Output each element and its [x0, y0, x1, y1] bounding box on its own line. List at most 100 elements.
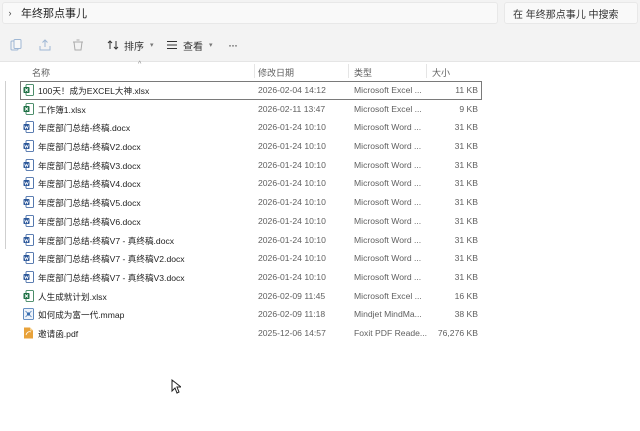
sort-label: 排序 — [124, 41, 144, 53]
file-name: 年度部门总结-终稿V7 - 真终稿V2.docx — [38, 254, 185, 265]
more-icon: ··· — [228, 38, 238, 52]
sort-button[interactable]: 排序 ▾ — [106, 37, 154, 53]
file-row[interactable]: 100天！成为EXCEL大神.xlsx 2026-02-04 14:12 Micro… — [20, 81, 482, 100]
column-divider[interactable] — [254, 64, 255, 78]
chevron-down-icon: ▾ — [150, 42, 154, 49]
file-row[interactable]: 工作簿1.xlsx 2026-02-11 13:47 Microsoft Excel… — [20, 100, 482, 119]
file-name: 工作簿1.xlsx — [38, 104, 86, 115]
copy-icon — [10, 39, 22, 51]
file-size: 76,276 KB — [437, 327, 478, 338]
file-size: 31 KB — [454, 253, 478, 264]
file-name: 年度部门总结-终稿V4.docx — [38, 179, 141, 190]
file-type: Microsoft Word ... — [354, 159, 422, 170]
command-bar: 排序 ▾ 查看 ▾ ··· — [0, 28, 640, 62]
file-type: Microsoft Word ... — [354, 197, 422, 208]
word-file-icon — [23, 158, 34, 171]
delete-icon — [73, 39, 83, 51]
file-row[interactable]: 年度部门总结-终稿V3.docx 2026-01-24 10:10 Microsof… — [20, 156, 482, 175]
file-size: 31 KB — [454, 178, 478, 189]
file-date: 2026-01-24 10:10 — [258, 159, 326, 170]
file-name: 年度部门总结-终稿V3.docx — [38, 160, 141, 171]
file-row[interactable]: 邀请函.pdf 2025-12-06 14:57 Foxit PDF Reade..… — [20, 324, 482, 343]
file-type: Microsoft Excel ... — [354, 85, 422, 95]
file-size: 38 KB — [454, 309, 478, 320]
file-date: 2026-02-11 13:47 — [258, 103, 326, 114]
view-button[interactable]: 查看 ▾ — [165, 37, 213, 53]
excel-file-icon — [23, 102, 34, 115]
file-type: Microsoft Word ... — [354, 253, 422, 264]
column-type[interactable]: 类型 — [354, 66, 372, 79]
file-date: 2026-02-09 11:45 — [258, 290, 326, 301]
file-date: 2026-01-24 10:10 — [258, 253, 326, 264]
sort-icon — [107, 40, 119, 50]
file-date: 2026-01-24 10:10 — [258, 215, 326, 226]
word-file-icon — [23, 214, 34, 227]
file-name: 年度部门总结-终稿.docx — [38, 123, 131, 134]
column-divider[interactable] — [426, 64, 427, 78]
column-name[interactable]: 名称 — [32, 66, 50, 79]
file-type: Microsoft Word ... — [354, 178, 422, 189]
file-type: Mindjet MindMa... — [354, 309, 422, 320]
file-row[interactable]: 年度部门总结-终稿V6.docx 2026-01-24 10:10 Microsof… — [20, 212, 482, 231]
file-row[interactable]: 年度部门总结-终稿V7 - 真终稿V2.docx 2026-01-24 10:10… — [20, 249, 482, 268]
file-size: 31 KB — [454, 122, 478, 133]
file-name: 100天！成为EXCEL大神.xlsx — [38, 86, 150, 96]
file-row[interactable]: 人生成就计划.xlsx 2026-02-09 11:45 Microsoft Exc… — [20, 287, 482, 306]
file-name: 年度部门总结-终稿V5.docx — [38, 198, 141, 209]
file-size: 9 KB — [459, 103, 478, 114]
search-input[interactable]: 在 年终那点事儿 中搜索 — [504, 2, 638, 24]
selection-rail — [5, 81, 6, 249]
column-size[interactable]: 大小 — [432, 66, 450, 79]
file-size: 31 KB — [454, 234, 478, 245]
file-size: 31 KB — [454, 271, 478, 282]
file-size: 31 KB — [454, 141, 478, 152]
file-name: 年度部门总结-终稿V7 - 真终稿V3.docx — [38, 272, 185, 283]
file-row[interactable]: 如何成为富一代.mmap 2026-02-09 11:18 Mindjet Mind… — [20, 305, 482, 324]
chevron-down-icon: ▾ — [209, 42, 213, 49]
file-row[interactable]: 年度部门总结-终稿V5.docx 2026-01-24 10:10 Microsof… — [20, 193, 482, 212]
file-date: 2026-01-24 10:10 — [258, 122, 326, 133]
file-row[interactable]: 年度部门总结-终稿V4.docx 2026-01-24 10:10 Microsof… — [20, 174, 482, 193]
file-type: Microsoft Word ... — [354, 215, 422, 226]
delete-button[interactable] — [71, 37, 85, 53]
word-file-icon — [23, 140, 34, 152]
file-date: 2026-01-24 10:10 — [258, 197, 326, 208]
file-type: Microsoft Word ... — [354, 122, 422, 133]
view-icon — [167, 41, 177, 49]
file-type: Microsoft Word ... — [354, 234, 422, 245]
file-row[interactable]: 年度部门总结-终稿V7 - 真终稿.docx 2026-01-24 10:10 Mi… — [20, 231, 482, 250]
file-type: Microsoft Word ... — [354, 271, 422, 282]
file-row[interactable]: 年度部门总结-终稿V2.docx 2026-01-24 10:10 Microsof… — [20, 137, 482, 156]
file-list: 100天！成为EXCEL大神.xlsx 2026-02-04 14:12 Micro… — [20, 81, 482, 343]
file-type: Microsoft Excel ... — [354, 290, 422, 301]
column-divider[interactable] — [348, 64, 349, 78]
share-icon — [39, 39, 51, 51]
file-type: Microsoft Word ... — [354, 141, 422, 152]
copy-button[interactable] — [9, 37, 23, 53]
file-date: 2026-01-24 10:10 — [258, 178, 326, 189]
more-button[interactable]: ··· — [228, 37, 238, 53]
view-label: 查看 — [183, 41, 203, 53]
file-name: 年度部门总结-终稿V6.docx — [38, 216, 141, 227]
file-name: 年度部门总结-终稿V7 - 真终稿.docx — [38, 235, 175, 246]
column-date[interactable]: 修改日期 — [258, 66, 294, 79]
word-file-icon — [23, 121, 34, 134]
share-button[interactable] — [38, 37, 52, 53]
file-name: 如何成为富一代.mmap — [38, 310, 125, 321]
address-bar[interactable]: › 年终那点事儿 — [2, 2, 498, 24]
file-row[interactable]: 年度部门总结-终稿.docx 2026-01-24 10:10 Microsoft … — [20, 118, 482, 137]
file-size: 31 KB — [454, 215, 478, 226]
file-date: 2026-01-24 10:10 — [258, 141, 326, 152]
file-name: 年度部门总结-终稿V2.docx — [38, 142, 141, 153]
file-date: 2026-02-04 14:12 — [258, 85, 326, 95]
chevron-right-icon[interactable]: › — [3, 8, 17, 18]
file-size: 31 KB — [454, 197, 478, 208]
excel-file-icon — [23, 289, 34, 302]
file-row[interactable]: 年度部门总结-终稿V7 - 真终稿V3.docx 2026-01-24 10:10… — [20, 268, 482, 287]
sort-indicator-icon: ^ — [138, 61, 142, 68]
file-name: 邀请函.pdf — [38, 328, 79, 339]
word-file-icon — [23, 233, 34, 246]
pdf-file-icon — [23, 327, 34, 339]
breadcrumb-folder[interactable]: 年终那点事儿 — [21, 5, 87, 21]
word-file-icon — [23, 196, 34, 209]
